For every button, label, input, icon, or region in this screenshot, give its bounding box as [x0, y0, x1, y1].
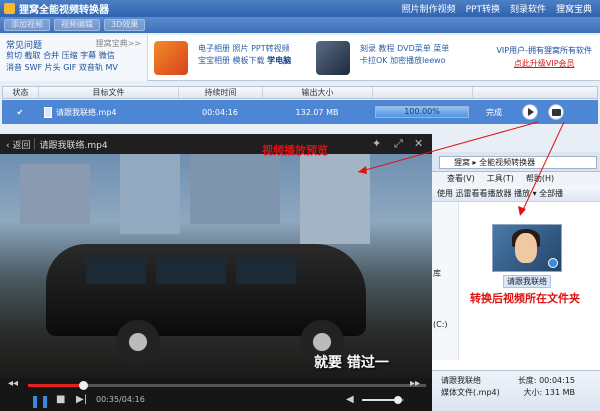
vip-upgrade-link[interactable]: 点此升级VIP会员: [496, 57, 592, 70]
address-input[interactable]: 狸窝 ▸ 全能视频转换器: [439, 156, 597, 169]
faq-panel: 常见问题 狸窝宝典>> 剪切 截取 合并 压缩 字幕 微信 消音 SWF 片头 …: [0, 35, 148, 81]
info-bar: 常见问题 狸窝宝典>> 剪切 截取 合并 压缩 字幕 微信 消音 SWF 片头 …: [0, 35, 600, 81]
detail-size: 131 MB: [544, 388, 575, 397]
folder-icon: [551, 108, 561, 116]
back-label: 返回: [12, 140, 31, 151]
media-badge-icon: [548, 258, 558, 268]
playback-time: 00:35/04:16: [96, 395, 145, 404]
detail-length-label: 长度:: [517, 376, 537, 385]
task-row[interactable]: ✔ 请跟我联络.mp4 00:04:16 132.07 MB 100.00% 完…: [2, 100, 598, 124]
play-icon: [528, 108, 534, 116]
learn-computer-link: 学电脑: [267, 56, 292, 65]
close-icon[interactable]: ✕: [414, 137, 423, 150]
restore-icon[interactable]: ⤢: [394, 137, 403, 151]
progress-cell: 100.00%: [372, 106, 472, 118]
promo-dvd[interactable]: 刻录 教程 DVD菜单 菜单 卡拉OK 加密播放leewo: [360, 43, 449, 67]
volume-handle[interactable]: [393, 396, 402, 404]
menu-tools[interactable]: 工具(T): [487, 172, 514, 186]
3d-effect-button[interactable]: 3D效果: [104, 19, 146, 31]
rewind-icon[interactable]: ◂◂: [8, 378, 18, 389]
output-size-value: 132.07 MB: [295, 107, 339, 117]
faq-guide-link[interactable]: 狸窝宝典>>: [96, 38, 141, 49]
annotation-preview: 视频播放预览: [262, 144, 328, 157]
promo-photo-album[interactable]: 电子相册 照片 PPT转视频 宝宝相册 模板下载 学电脑: [198, 43, 291, 67]
pause-button[interactable]: ❚❚: [30, 394, 50, 408]
seek-handle[interactable]: [78, 381, 88, 390]
status-check-icon: ✔: [16, 107, 24, 117]
target-file-cell: 请跟我联络.mp4: [38, 106, 178, 118]
converted-video-file[interactable]: 请跟我联络: [489, 224, 565, 288]
explorer-details-pane: 请跟我联络 长度: 00:04:15 媒体文件(.mp4) 大小: 131 MB: [431, 370, 600, 411]
explorer-window: 狸窝 ▸ 全能视频转换器 查看(V) 工具(T) 帮助(H) 使用 迅雷看看播放…: [430, 152, 600, 411]
status-text: 完成: [486, 107, 502, 117]
promo1-line-2[interactable]: 宝宝相册 模板下载 学电脑: [198, 55, 291, 67]
menu-item-guide[interactable]: 狸窝宝典: [556, 2, 592, 15]
app-title: 狸窝全能视频转换器: [19, 5, 109, 16]
progress-text: 100.00%: [404, 107, 440, 116]
col-progress: [373, 87, 473, 98]
progress-bar: 100.00%: [375, 106, 469, 118]
explorer-address-bar: 狸窝 ▸ 全能视频转换器: [431, 152, 600, 172]
player-filename: 请跟我联络.mp4: [39, 140, 108, 151]
nav-item-library[interactable]: 库: [433, 268, 441, 279]
player-controls: ◂◂ ▸▸ ❚❚ ■ ▶| 00:35/04:16 ◀: [0, 378, 432, 411]
fast-forward-icon[interactable]: ▸▸: [410, 378, 420, 389]
menu-view[interactable]: 查看(V): [447, 172, 475, 186]
col-output-size[interactable]: 输出大小: [263, 87, 373, 98]
ppt-video-promo-icon[interactable]: [154, 41, 188, 75]
seek-bar[interactable]: [28, 381, 426, 390]
col-duration[interactable]: 持续时间: [179, 87, 263, 98]
stop-button[interactable]: ■: [56, 394, 65, 405]
toolbar: 添加视频 视频编辑 3D效果: [0, 17, 600, 33]
app-logo-icon: [4, 3, 15, 14]
dvd-promo-icon[interactable]: [316, 41, 350, 75]
vip-panel: VIP用户-拥有狸窝所有软件 点此升级VIP会员: [496, 44, 592, 70]
open-folder-button[interactable]: [548, 104, 564, 120]
vip-description: VIP用户-拥有狸窝所有软件: [496, 46, 592, 55]
faq-links: 剪切 截取 合并 压缩 字幕 微信 消音 SWF 片头 GIF 双音轨 MV: [6, 50, 146, 74]
video-file-icon: [44, 106, 52, 118]
detail-filename: 请跟我联络: [441, 376, 481, 385]
target-filename: 请跟我联络.mp4: [56, 107, 117, 117]
col-actions: [473, 87, 597, 98]
converted-file-label: 请跟我联络: [503, 275, 551, 288]
col-target-file[interactable]: 目标文件: [39, 87, 179, 98]
faq-line-2[interactable]: 消音 SWF 片头 GIF 双音轨 MV: [6, 62, 146, 74]
menu-item-burn-software[interactable]: 刻录软件: [510, 2, 546, 15]
video-subtitle: 就要 错过一: [314, 355, 389, 371]
promo2-line-2[interactable]: 卡拉OK 加密播放leewo: [360, 55, 449, 67]
player-top-bar: ‹ 返回 请跟我联络.mp4 ✦ ⤢ ✕: [0, 134, 432, 154]
video-frame[interactable]: 就要 错过一: [0, 154, 432, 378]
menu-help[interactable]: 帮助(H): [526, 172, 554, 186]
volume-icon[interactable]: ◀: [346, 394, 354, 405]
duration-value: 00:04:16: [202, 107, 238, 117]
play-preview-button[interactable]: [522, 104, 538, 120]
promo2-line-1[interactable]: 刻录 教程 DVD菜单 菜单: [360, 43, 449, 55]
detail-size-label: 大小:: [523, 388, 543, 397]
promo1-line-1[interactable]: 电子相册 照片 PPT转视频: [198, 43, 291, 55]
row-actions: [522, 104, 564, 120]
detail-length: 00:04:15: [539, 376, 575, 385]
menu-item-photo-video[interactable]: 照片制作视频: [402, 2, 456, 15]
explorer-nav-pane: 库 (C:): [431, 202, 459, 360]
title-bar: 狸窝全能视频转换器 照片制作视频 PPT转换 刻录软件 狸窝宝典: [0, 0, 600, 17]
explorer-command-bar[interactable]: 使用 迅雷看看播放器 播放 ▾ 全部播: [431, 186, 600, 202]
col-status[interactable]: 状态: [3, 87, 39, 98]
pin-icon[interactable]: ✦: [372, 137, 381, 150]
task-table-header: 状态 目标文件 持续时间 输出大小: [2, 86, 598, 99]
edit-video-button[interactable]: 视频编辑: [54, 19, 100, 31]
volume-slider[interactable]: [362, 396, 404, 404]
menu-item-ppt-convert[interactable]: PPT转换: [466, 2, 500, 15]
faq-line-1[interactable]: 剪切 截取 合并 压缩 字幕 微信: [6, 50, 146, 62]
video-player: ‹ 返回 请跟我联络.mp4 ✦ ⤢ ✕ 就要 错过一 ◂◂ ▸▸ ❚❚ ■ ▶…: [0, 134, 432, 411]
add-video-button[interactable]: 添加视频: [4, 19, 50, 31]
detail-file-type: 媒体文件(.mp4): [441, 388, 500, 397]
next-button[interactable]: ▶|: [76, 394, 87, 405]
annotation-folder: 转换后视频所在文件夹: [470, 292, 580, 305]
video-thumbnail: [492, 224, 562, 272]
explorer-menu: 查看(V) 工具(T) 帮助(H): [431, 172, 600, 186]
nav-item-drive-c[interactable]: (C:): [433, 320, 448, 329]
top-menu: 照片制作视频 PPT转换 刻录软件 狸窝宝典: [402, 2, 592, 15]
back-button[interactable]: ‹ 返回: [0, 138, 30, 151]
